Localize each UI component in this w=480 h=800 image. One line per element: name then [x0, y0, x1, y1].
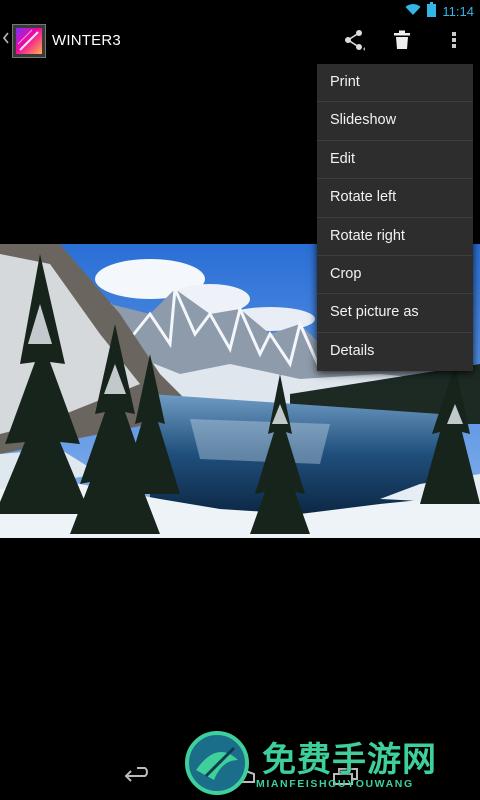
- menu-item-rotate-right[interactable]: Rotate right: [317, 218, 473, 256]
- overflow-menu-icon: [451, 30, 457, 55]
- wifi-icon: [405, 3, 421, 21]
- delete-icon: [394, 30, 410, 55]
- share-icon: [343, 29, 365, 56]
- album-thumbnail[interactable]: [12, 24, 46, 58]
- page-title: WINTER3: [52, 32, 121, 49]
- menu-item-details[interactable]: Details: [317, 333, 473, 371]
- status-icons: 11:14: [405, 2, 474, 22]
- watermark: 免费手游网 MIANFEISHOUYOUWANG: [184, 728, 474, 798]
- status-bar: 11:14: [0, 0, 480, 20]
- overflow-menu-button[interactable]: [439, 28, 469, 56]
- delete-button[interactable]: [387, 28, 417, 56]
- menu-item-rotate-left[interactable]: Rotate left: [317, 179, 473, 218]
- up-caret-icon[interactable]: [2, 30, 10, 51]
- gallery-icon: [16, 28, 42, 54]
- watermark-subtext: MIANFEISHOUYOUWANG: [256, 778, 414, 790]
- menu-item-set-picture-as[interactable]: Set picture as: [317, 294, 473, 333]
- menu-item-crop[interactable]: Crop: [317, 256, 473, 295]
- battery-icon: [427, 2, 437, 22]
- action-bar: WINTER3: [0, 20, 480, 64]
- share-button[interactable]: [339, 28, 369, 56]
- overflow-menu: Print Slideshow Edit Rotate left Rotate …: [317, 64, 473, 372]
- watermark-text: 免费手游网: [262, 740, 437, 780]
- menu-item-print[interactable]: Print: [317, 64, 473, 103]
- back-button[interactable]: [118, 764, 158, 792]
- menu-item-slideshow[interactable]: Slideshow: [317, 102, 473, 141]
- menu-item-edit[interactable]: Edit: [317, 141, 473, 180]
- clock: 11:14: [442, 4, 474, 19]
- back-icon: [123, 766, 153, 790]
